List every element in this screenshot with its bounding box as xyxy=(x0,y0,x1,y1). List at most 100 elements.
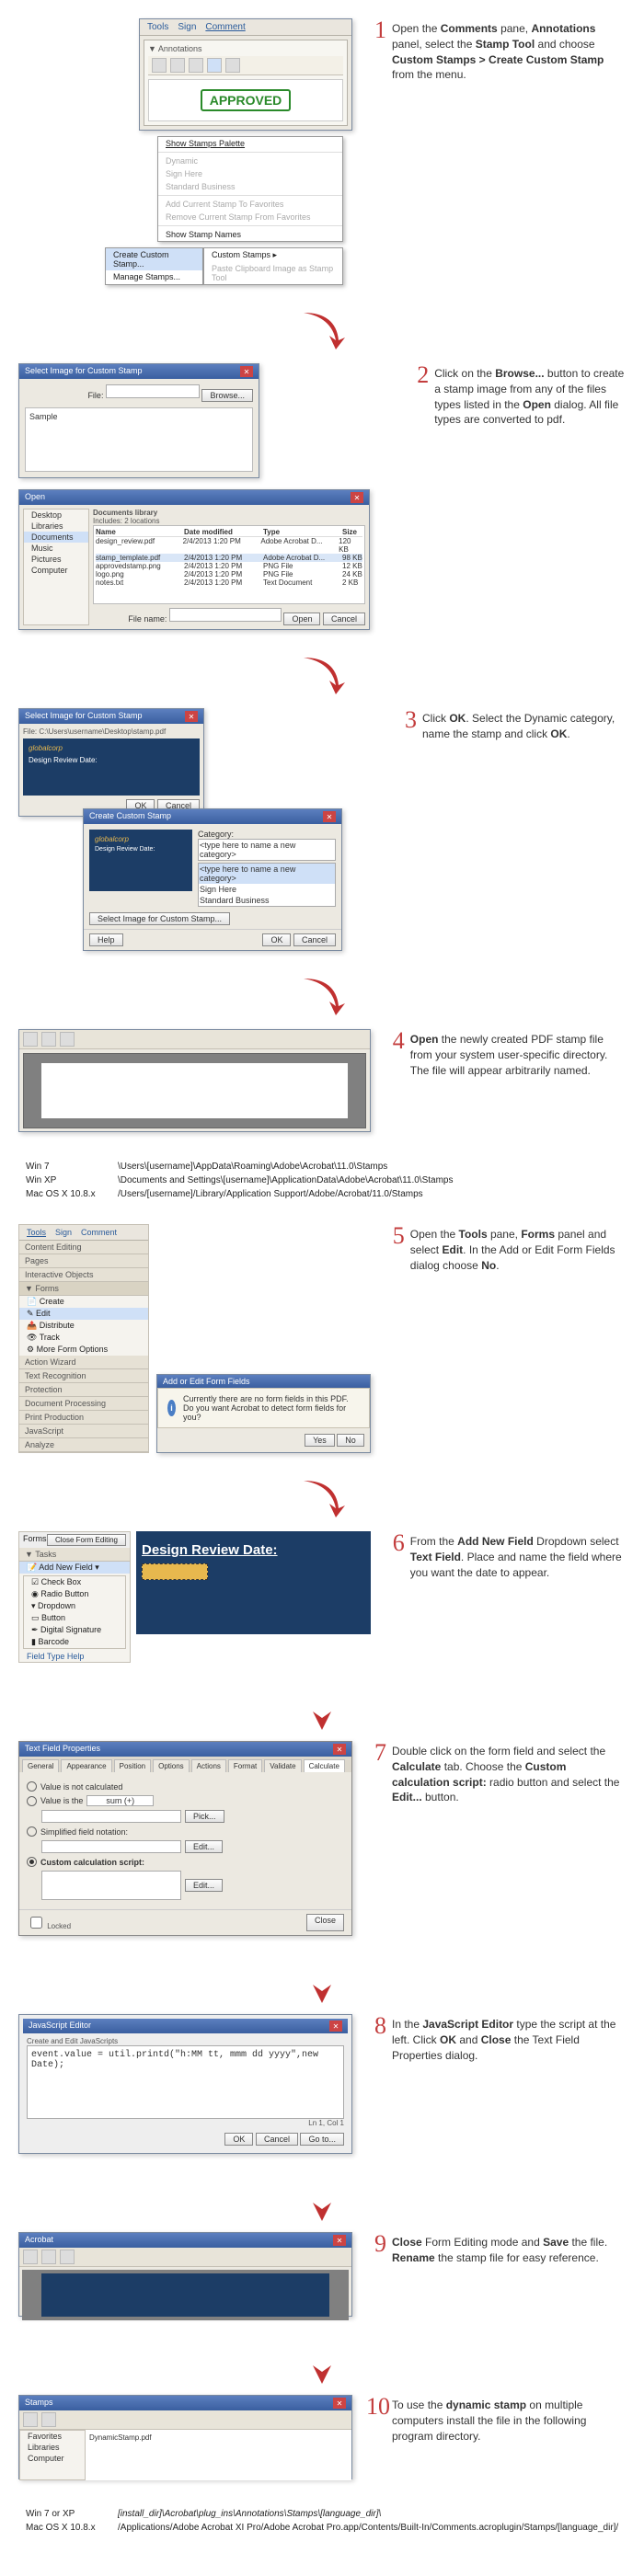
forms-more[interactable]: ⚙ More Form Options xyxy=(19,1344,148,1356)
close-icon[interactable]: ✕ xyxy=(333,1744,346,1755)
dd-dropdown[interactable]: ▾ Dropdown xyxy=(24,1600,125,1612)
cancel-button[interactable]: Cancel xyxy=(256,2133,298,2146)
dialog-title: Select Image for Custom Stamp xyxy=(25,366,143,377)
dd-checkbox[interactable]: ☑ Check Box xyxy=(24,1576,125,1588)
note-icon[interactable] xyxy=(152,58,167,73)
open-button[interactable]: Open xyxy=(283,613,320,625)
menu-show-palette[interactable]: Show Stamps Palette xyxy=(158,137,342,150)
cursor-pos: Ln 1, Col 1 xyxy=(27,2119,344,2127)
tab-actions[interactable]: Actions xyxy=(191,1759,226,1772)
arrow-icon xyxy=(294,1686,350,1732)
fwd-icon[interactable] xyxy=(41,2412,56,2427)
section-print-prod[interactable]: Print Production xyxy=(19,1411,148,1425)
goto-button[interactable]: Go to... xyxy=(300,2133,344,2146)
mail-icon[interactable] xyxy=(60,1032,75,1047)
field-type-help[interactable]: Field Type Help xyxy=(19,1651,130,1662)
close-form-editing-button[interactable]: Close Form Editing xyxy=(47,1534,126,1546)
menu-sign-here[interactable]: Sign Here xyxy=(158,167,342,180)
category-input[interactable]: <type here to name a new category> xyxy=(198,839,336,861)
edit-button[interactable]: Edit... xyxy=(185,1879,223,1892)
highlight-icon[interactable] xyxy=(170,58,185,73)
add-new-field[interactable]: 📝 Add New Field ▾ xyxy=(19,1562,130,1574)
radio-custom-calc[interactable] xyxy=(27,1857,37,1867)
tab-calculate[interactable]: Calculate xyxy=(304,1759,345,1772)
menu-manage[interactable]: Manage Stamps... xyxy=(106,270,202,283)
tab-position[interactable]: Position xyxy=(114,1759,151,1772)
arrow-icon xyxy=(294,1959,350,2005)
menu-rem-fav[interactable]: Remove Current Stamp From Favorites xyxy=(158,211,342,223)
select-image-dialog-2: Select Image for Custom Stamp✕ File: C:\… xyxy=(18,708,204,817)
radio-value-is[interactable] xyxy=(27,1796,37,1806)
menu-custom-stamps[interactable]: Custom Stamps ▸ xyxy=(204,248,342,262)
edit-button[interactable]: Edit... xyxy=(185,1840,223,1853)
print-icon[interactable] xyxy=(41,1032,56,1047)
close-icon[interactable]: ✕ xyxy=(323,811,336,822)
tab-format[interactable]: Format xyxy=(228,1759,262,1772)
dd-signature[interactable]: ✒ Digital Signature xyxy=(24,1624,125,1636)
tab-validate[interactable]: Validate xyxy=(264,1759,301,1772)
locked-checkbox[interactable] xyxy=(30,1917,42,1929)
section-doc-proc[interactable]: Document Processing xyxy=(19,1397,148,1411)
ok-button[interactable]: OK xyxy=(262,933,291,946)
close-button[interactable]: Close xyxy=(306,1914,344,1931)
menu-show-names[interactable]: Show Stamp Names xyxy=(158,228,342,241)
file-list[interactable]: NameDate modifiedTypeSize design_review.… xyxy=(93,525,365,604)
tab-comment[interactable]: Comment xyxy=(205,22,245,32)
tab-appearance[interactable]: Appearance xyxy=(61,1759,111,1772)
section-pages[interactable]: Pages xyxy=(19,1254,148,1268)
stamp-tool-icon[interactable] xyxy=(207,58,222,73)
section-protection[interactable]: Protection xyxy=(19,1383,148,1397)
menu-std-biz[interactable]: Standard Business xyxy=(158,180,342,193)
close-icon[interactable]: ✕ xyxy=(185,711,198,722)
close-icon[interactable]: ✕ xyxy=(329,2021,342,2032)
yes-button[interactable]: Yes xyxy=(305,1434,335,1447)
print-icon[interactable] xyxy=(60,2250,75,2264)
section-forms[interactable]: ▼ Forms xyxy=(19,1282,148,1296)
save-icon[interactable] xyxy=(23,2250,38,2264)
radio-simplified[interactable] xyxy=(27,1826,37,1837)
no-button[interactable]: No xyxy=(337,1434,364,1447)
close-icon[interactable]: ✕ xyxy=(333,2398,346,2409)
pick-button[interactable]: Pick... xyxy=(185,1810,224,1823)
save-icon[interactable] xyxy=(23,1032,38,1047)
tab-general[interactable]: General xyxy=(22,1759,59,1772)
forms-track[interactable]: 👁 Track xyxy=(19,1332,148,1344)
design-label: Design Review Date: xyxy=(29,756,194,764)
forms-edit[interactable]: ✎ Edit xyxy=(19,1308,148,1320)
select-image-button[interactable]: Select Image for Custom Stamp... xyxy=(89,912,230,925)
tab-tools[interactable]: Tools xyxy=(147,22,168,32)
section-text-rec[interactable]: Text Recognition xyxy=(19,1369,148,1383)
dialog-message: Currently there are no form fields in th… xyxy=(183,1394,360,1422)
dd-radio[interactable]: ◉ Radio Button xyxy=(24,1588,125,1600)
menu-dynamic[interactable]: Dynamic xyxy=(158,155,342,167)
tab-sign[interactable]: Sign xyxy=(178,22,196,32)
section-analyze[interactable]: Analyze xyxy=(19,1438,148,1452)
section-content-editing[interactable]: Content Editing xyxy=(19,1241,148,1254)
open-icon[interactable] xyxy=(41,2250,56,2264)
forms-distribute[interactable]: 📤 Distribute xyxy=(19,1320,148,1332)
dd-button[interactable]: ▭ Button xyxy=(24,1612,125,1624)
section-action-wizard[interactable]: Action Wizard xyxy=(19,1356,148,1369)
close-icon[interactable]: ✕ xyxy=(351,492,363,503)
section-interactive[interactable]: Interactive Objects xyxy=(19,1268,148,1282)
close-icon[interactable]: ✕ xyxy=(240,366,253,377)
forms-create[interactable]: 📄 Create xyxy=(19,1296,148,1308)
browse-button[interactable]: Browse... xyxy=(201,389,253,402)
attach-icon[interactable] xyxy=(225,58,240,73)
menu-create-custom[interactable]: Create Custom Stamp... xyxy=(106,248,202,270)
dd-barcode[interactable]: ▮ Barcode xyxy=(24,1636,125,1648)
close-icon[interactable]: ✕ xyxy=(333,2235,346,2246)
code-textarea[interactable]: event.value = util.printd("h:MM tt, mmm … xyxy=(27,2045,344,2119)
menu-paste-clipboard[interactable]: Paste Clipboard Image as Stamp Tool xyxy=(204,262,342,284)
text-edit-icon[interactable] xyxy=(189,58,203,73)
tab-options[interactable]: Options xyxy=(153,1759,190,1772)
menu-add-fav[interactable]: Add Current Stamp To Favorites xyxy=(158,198,342,211)
radio-not-calc[interactable] xyxy=(27,1781,37,1792)
placed-text-field[interactable] xyxy=(142,1563,208,1580)
back-icon[interactable] xyxy=(23,2412,38,2427)
section-javascript[interactable]: JavaScript xyxy=(19,1425,148,1438)
cancel-button[interactable]: Cancel xyxy=(293,933,336,946)
cancel-button[interactable]: Cancel xyxy=(323,613,365,625)
help-button[interactable]: Help xyxy=(89,933,123,946)
ok-button[interactable]: OK xyxy=(224,2133,253,2146)
